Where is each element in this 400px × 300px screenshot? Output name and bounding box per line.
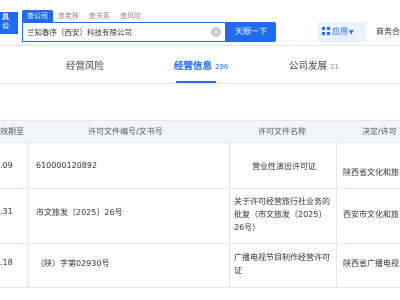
clear-icon[interactable]: × — [211, 27, 221, 37]
grid-icon — [322, 27, 330, 35]
active-tab-indicator — [176, 81, 216, 83]
search-box: × — [22, 22, 226, 42]
cell-license-name: 关于许可经营旅行社业务的批复（市文旅发〔2025〕26号） — [234, 197, 330, 232]
table-row: .31 市文旅发〔2025〕26号 关于许可经营旅行社业务的批复（市文旅发〔20… — [0, 189, 400, 244]
table-header: 效期至 许可文件编号/文书号 许可文件名称 决定/许可 — [0, 121, 400, 143]
tab-company-development[interactable]: 公司发展 21 — [289, 50, 339, 83]
cell-authority: 陕西省文化和旅 — [343, 168, 399, 177]
tab-business-risk[interactable]: 经营风险 — [66, 50, 104, 83]
tab-label: 经营风险 — [66, 61, 105, 72]
search-tab-risk[interactable]: 查风险 — [115, 10, 146, 22]
license-table: 效期至 许可文件编号/文书号 许可文件名称 决定/许可 .09 61000012… — [0, 120, 400, 288]
column-header-license-number: 许可文件编号/文书号 — [88, 127, 163, 136]
column-divider — [28, 189, 29, 243]
top-header: 具 公 查公司 查老板 查关系 查风险 × 天眼一下 应用▼ 商务合 — [0, 0, 400, 46]
column-header-valid-until: 效期至 — [0, 127, 24, 136]
tab-label: 公司发展 — [289, 61, 328, 72]
column-header-authority: 决定/许可 — [362, 127, 397, 136]
column-divider — [336, 143, 337, 188]
search-tab-boss[interactable]: 查老板 — [53, 10, 84, 22]
app-menu-button[interactable]: 应用▼ — [318, 22, 366, 42]
tab-count: 21 — [330, 63, 339, 71]
column-divider — [336, 189, 337, 243]
app-menu-label: 应用 — [332, 27, 348, 36]
column-divider — [229, 189, 230, 243]
cell-license-number: 市文旅发〔2025〕26号 — [36, 208, 123, 217]
brand-logo[interactable]: 具 公 — [0, 12, 18, 34]
column-divider — [229, 244, 230, 287]
cell-valid-until: .31 — [0, 207, 13, 216]
logo-text: 具 公 — [2, 13, 9, 30]
search-type-tabs: 查公司 查老板 查关系 查风险 — [22, 10, 146, 22]
cell-authority: 陕西省广播电视 — [343, 259, 399, 268]
cell-valid-until: .09 — [0, 161, 13, 170]
search-tab-relation[interactable]: 查关系 — [84, 10, 115, 22]
column-divider — [336, 244, 337, 287]
cell-valid-until: .18 — [0, 258, 13, 267]
cell-license-number: （陕）字第02930号 — [36, 259, 110, 268]
tab-label: 经营信息 — [174, 61, 213, 72]
table-row: .18 （陕）字第02930号 广播电视节目制作经营许可证 陕西省广播电视 — [0, 244, 400, 288]
business-link[interactable]: 商务合 — [376, 22, 400, 42]
section-tabs: 经营风险 经营信息 296 公司发展 21 — [0, 50, 400, 84]
search-input[interactable] — [27, 23, 207, 41]
column-divider — [229, 143, 230, 188]
column-header-license-name: 许可文件名称 — [258, 127, 306, 136]
table-row: .09 610000120892 营业性演出许可证 陕西省文化和旅 — [0, 143, 400, 189]
column-divider — [28, 244, 29, 287]
search-button[interactable]: 天眼一下 — [226, 22, 276, 42]
cell-license-name: 营业性演出许可证 — [252, 162, 316, 171]
cell-license-name: 广播电视节目制作经营许可证 — [234, 253, 330, 275]
column-divider — [28, 143, 29, 188]
search-tab-company[interactable]: 查公司 — [22, 10, 53, 22]
tab-count: 296 — [215, 63, 229, 71]
tab-business-info[interactable]: 经营信息 296 — [174, 50, 228, 83]
cell-license-number: 610000120892 — [36, 161, 98, 170]
chevron-down-icon: ▼ — [349, 29, 354, 36]
cell-authority: 西安市文化和旅 — [343, 210, 399, 219]
